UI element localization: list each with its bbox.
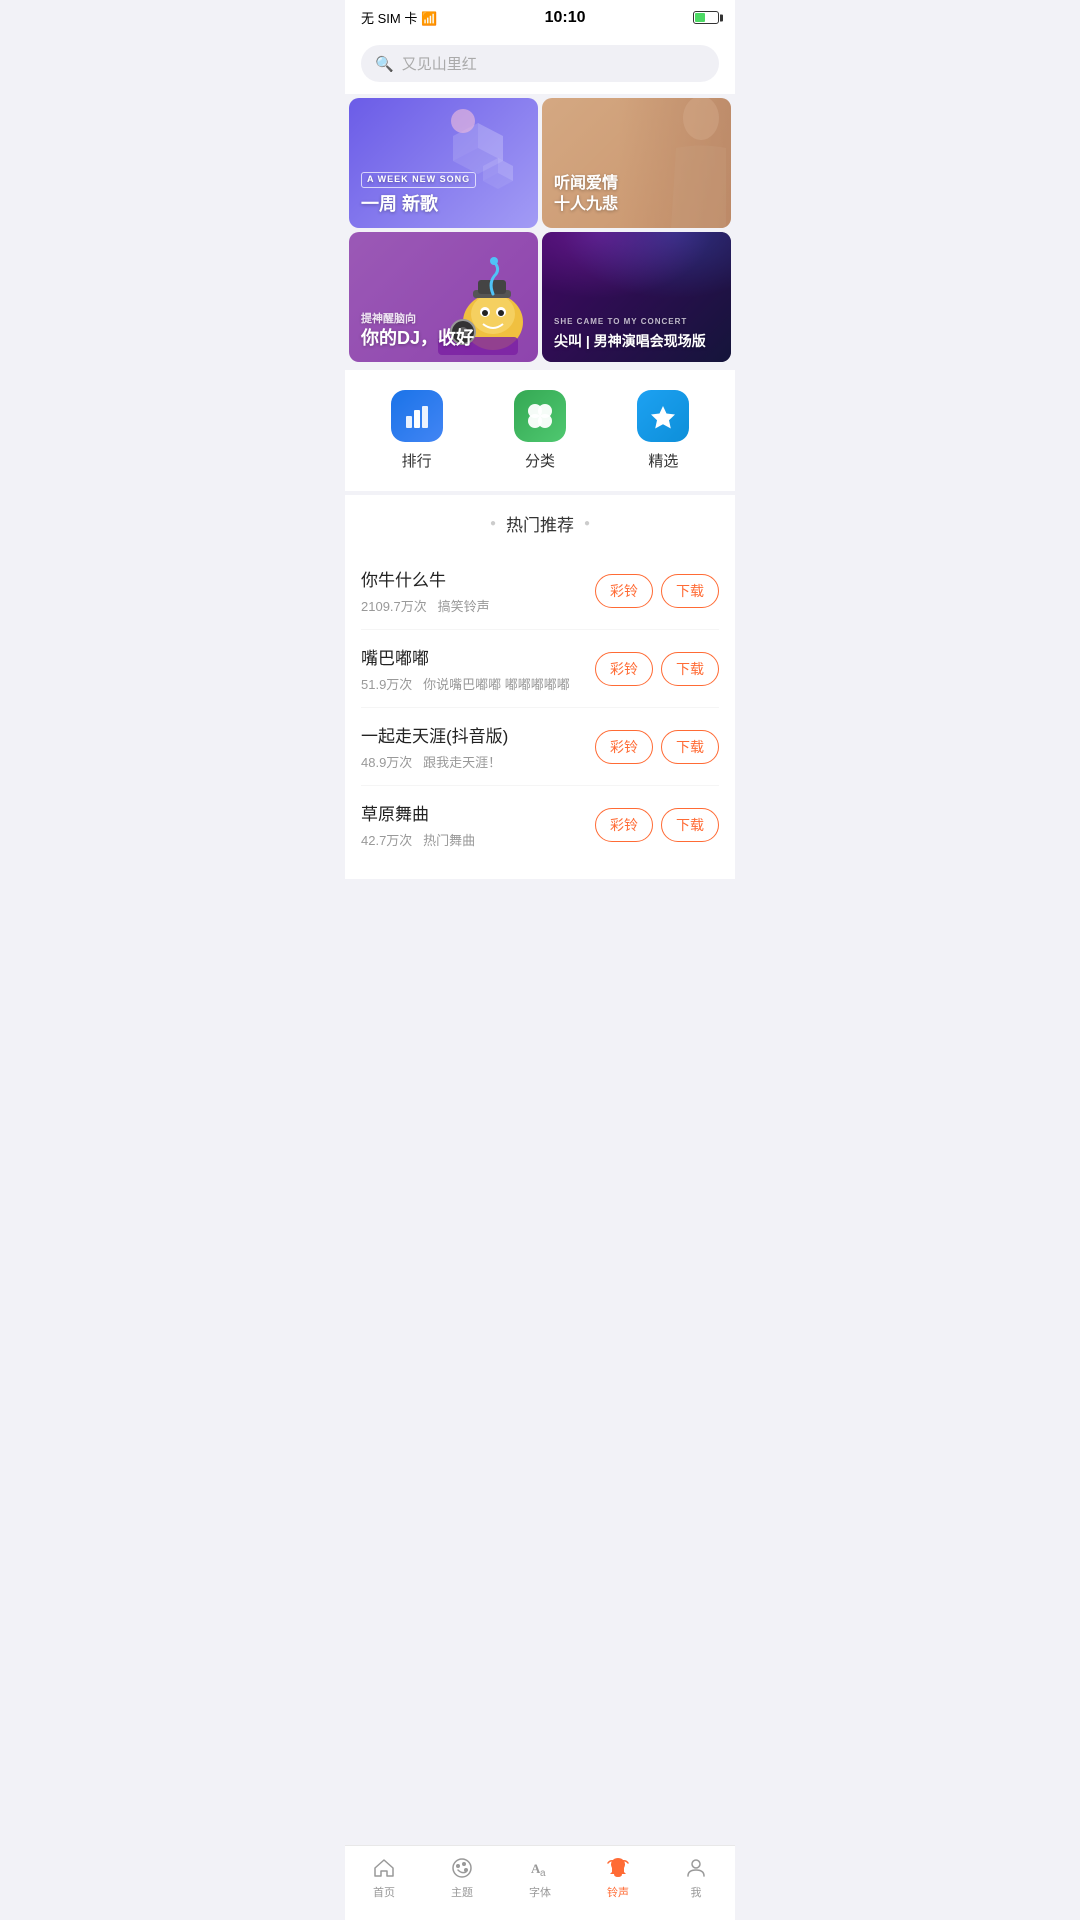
hot-section: ● 热门推荐 ● 你牛什么牛 2109.7万次 搞笑铃声 彩铃 下载 嘴巴嘟嘟 … [345,495,735,879]
featured-icon [649,402,677,430]
song-meta-4: 42.7万次 热门舞曲 [361,830,595,849]
nav-category[interactable]: 分类 [478,390,601,471]
ringtone-button-2[interactable]: 彩铃 [595,652,653,686]
nav-ranking[interactable]: 排行 [355,390,478,471]
category-icon-box [514,390,566,442]
song-plays-3: 48.9万次 [361,755,412,770]
banner-4-title: 尖叫 | 男神演唱会现场版 [554,332,724,350]
banner-dj[interactable]: 提神醒脑向 你的DJ，收好 [349,232,538,362]
banner-1-text: A WEEK NEW SONG 一周 新歌 [361,165,476,216]
song-tag-4: 热门舞曲 [423,833,475,848]
ranking-label: 排行 [402,450,432,471]
status-carrier: 无 SIM 卡 📶 [361,8,437,27]
section-title: 热门推荐 [506,511,574,536]
song-tag-3: 跟我走天涯！ [423,755,501,770]
banner-4-tag: SHE CAME TO MY CONCERT [554,317,724,327]
song-info-3: 一起走天涯(抖音版) 48.9万次 跟我走天涯！ [361,722,595,771]
section-header: ● 热门推荐 ● [361,511,719,536]
nav-featured[interactable]: 精选 [602,390,725,471]
banner-concert[interactable]: SHE CAME TO MY CONCERT 尖叫 | 男神演唱会现场版 [542,232,731,362]
song-item-4: 草原舞曲 42.7万次 热门舞曲 彩铃 下载 [361,786,719,863]
song-plays-2: 51.9万次 [361,677,412,692]
ringtone-button-4[interactable]: 彩铃 [595,808,653,842]
ringtone-icon [606,1856,630,1880]
ranking-icon-box [391,390,443,442]
category-label: 分类 [525,450,555,471]
song-actions-3: 彩铃 下载 [595,730,719,764]
bottom-nav-ringtone[interactable]: 铃声 [579,1856,657,1900]
download-button-2[interactable]: 下载 [661,652,719,686]
song-meta-3: 48.9万次 跟我走天涯！ [361,752,595,771]
section-dot-left: ● [490,518,496,529]
bottom-nav-me[interactable]: 我 [657,1856,735,1900]
category-icon [526,402,554,430]
song-item-1: 你牛什么牛 2109.7万次 搞笑铃声 彩铃 下载 [361,552,719,630]
ringtone-button-3[interactable]: 彩铃 [595,730,653,764]
banner-2-title: 听闻爱情十人九悲 [554,174,618,216]
song-tag-1: 搞笑铃声 [438,599,490,614]
download-button-4[interactable]: 下载 [661,808,719,842]
banner-love-song[interactable]: 听闻爱情十人九悲 [542,98,731,228]
font-icon: A a [528,1856,552,1880]
featured-icon-box [637,390,689,442]
home-icon [372,1856,396,1880]
song-item-3: 一起走天涯(抖音版) 48.9万次 跟我走天涯！ 彩铃 下载 [361,708,719,786]
banner-3-text: 提神醒脑向 你的DJ，收好 [361,312,474,350]
banner-1-tag: A WEEK NEW SONG [361,172,476,188]
song-item-2: 嘴巴嘟嘟 51.9万次 你说嘴巴嘟嘟 嘟嘟嘟嘟嘟 彩铃 下载 [361,630,719,708]
svg-text:a: a [540,1868,546,1879]
download-button-3[interactable]: 下载 [661,730,719,764]
song-plays-4: 42.7万次 [361,833,412,848]
theme-icon [450,1856,474,1880]
status-bar: 无 SIM 卡 📶 10:10 [345,0,735,35]
song-actions-4: 彩铃 下载 [595,808,719,842]
featured-label: 精选 [648,450,678,471]
me-icon [684,1856,708,1880]
song-title-4: 草原舞曲 [361,800,595,825]
song-info-2: 嘴巴嘟嘟 51.9万次 你说嘴巴嘟嘟 嘟嘟嘟嘟嘟 [361,644,595,693]
song-title-3: 一起走天涯(抖音版) [361,722,595,747]
banner-2-text: 听闻爱情十人九悲 [554,174,618,216]
search-bar[interactable]: 🔍 又见山里红 [361,45,719,82]
banner-weekly-new-songs[interactable]: A WEEK NEW SONG 一周 新歌 [349,98,538,228]
bottom-nav-theme[interactable]: 主题 [423,1856,501,1900]
bottom-nav: 首页 主题 A a 字体 铃声 我 [345,1845,735,1920]
banner-4-text: SHE CAME TO MY CONCERT 尖叫 | 男神演唱会现场版 [554,317,724,350]
ranking-icon [403,402,431,430]
search-container: 🔍 又见山里红 [345,35,735,94]
song-meta-2: 51.9万次 你说嘴巴嘟嘟 嘟嘟嘟嘟嘟 [361,674,595,693]
theme-label: 主题 [451,1884,473,1900]
banner-1-title: 一周 新歌 [361,193,476,216]
section-dot-right: ● [584,518,590,529]
song-info-1: 你牛什么牛 2109.7万次 搞笑铃声 [361,566,595,615]
banner-3-subtitle: 提神醒脑向 [361,312,474,326]
song-actions-2: 彩铃 下载 [595,652,719,686]
search-icon: 🔍 [375,55,394,73]
me-label: 我 [691,1884,702,1900]
search-input[interactable]: 又见山里红 [402,53,477,74]
banner-3-title: 你的DJ，收好 [361,327,474,350]
banner-2-figure [646,98,726,228]
song-title-2: 嘴巴嘟嘟 [361,644,595,669]
font-label: 字体 [529,1884,551,1900]
song-meta-1: 2109.7万次 搞笑铃声 [361,596,595,615]
bottom-nav-home[interactable]: 首页 [345,1856,423,1900]
home-label: 首页 [373,1884,395,1900]
banner-grid: A WEEK NEW SONG 一周 新歌 听闻爱情十人九悲 [345,94,735,366]
ringtone-label: 铃声 [607,1884,629,1900]
song-info-4: 草原舞曲 42.7万次 热门舞曲 [361,800,595,849]
status-right [693,11,719,24]
status-time: 10:10 [545,9,586,27]
ringtone-button-1[interactable]: 彩铃 [595,574,653,608]
download-button-1[interactable]: 下载 [661,574,719,608]
bottom-nav-font[interactable]: A a 字体 [501,1856,579,1900]
song-plays-1: 2109.7万次 [361,599,427,614]
quick-nav: 排行 分类 精选 [345,370,735,491]
song-actions-1: 彩铃 下载 [595,574,719,608]
battery-icon [693,11,719,24]
song-tag-2: 你说嘴巴嘟嘟 嘟嘟嘟嘟嘟 [423,677,570,692]
song-title-1: 你牛什么牛 [361,566,595,591]
